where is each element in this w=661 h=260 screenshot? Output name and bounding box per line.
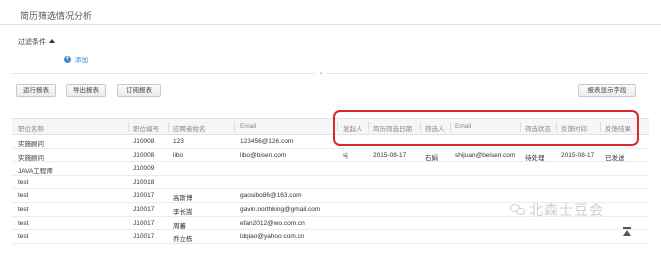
table-cell: libo <box>173 151 184 159</box>
table-cell: 2015-08-17 <box>561 151 595 159</box>
table-cell: 待处理 <box>525 154 545 162</box>
chat-bubbles-icon <box>510 203 526 217</box>
highlight-box <box>333 110 639 146</box>
run-report-button[interactable]: 运行报表 <box>16 84 56 97</box>
column-divider <box>128 122 129 132</box>
title-divider <box>0 24 661 25</box>
table-cell: J10017 <box>133 192 155 200</box>
table-cell: 123456@126.com <box>240 138 294 145</box>
table-cell: test <box>18 205 29 213</box>
table-cell: gavin.northking@gmail.com <box>240 205 321 213</box>
table-row[interactable]: JAVA工程师 J10009 <box>12 162 649 176</box>
table-cell: 实施顾问 <box>18 141 44 148</box>
column-header[interactable]: 职位名称 <box>18 123 44 133</box>
filter-toggle[interactable]: 过滤条件 <box>18 37 55 47</box>
table-cell: test <box>18 178 29 186</box>
table-cell: shijuan@beisen.com <box>455 151 516 159</box>
table-cell: ldqiao@yahoo.com.cn <box>240 233 305 241</box>
table-cell: gaosibo86@163.com <box>240 192 302 200</box>
table-cell: 实施顾问 <box>18 154 44 162</box>
column-header[interactable]: 职位编号 <box>133 123 159 133</box>
filter-label: 过滤条件 <box>18 39 46 46</box>
table-cell: J10017 <box>133 205 155 213</box>
table-cell: 李长嵩 <box>173 208 193 216</box>
table-cell: 石娟 <box>425 154 438 162</box>
table-cell: J10017 <box>133 233 155 241</box>
table-cell: efan2012@wo.com.cn <box>240 219 305 227</box>
plus-circle-icon: + <box>64 55 71 63</box>
table-cell: 2015-08-17 <box>373 151 407 159</box>
scroll-to-top-icon[interactable] <box>623 227 631 237</box>
table-cell: J10009 <box>133 165 155 173</box>
table-cell: 123 <box>173 138 184 145</box>
table-cell: test <box>18 219 29 227</box>
table-row[interactable]: test J10018 <box>12 176 649 190</box>
table-cell: 高斯博 <box>173 195 193 203</box>
table-row[interactable]: test J10017 乔立栋 ldqiao@yahoo.com.cn <box>12 230 649 244</box>
export-report-button[interactable]: 导出报表 <box>66 84 106 97</box>
column-divider <box>168 122 169 132</box>
add-filter-button[interactable]: + 添加 <box>64 54 88 64</box>
table-cell: JAVA工程师 <box>18 168 53 176</box>
table-cell: J10008 <box>133 138 155 145</box>
table-body: 实施顾问 J10008 123 123456@126.com 实施顾问 J10008 lib… <box>12 135 649 244</box>
column-divider <box>234 122 235 132</box>
table-cell: 已发送 <box>605 154 625 162</box>
report-page: 简历筛选情况分析 过滤条件 + 添加 ▴ 运行报表 导出报表 订阅报表 报表显示… <box>0 0 661 260</box>
table-cell: test <box>18 192 29 200</box>
table-cell: libo@bisen.com <box>240 151 287 159</box>
column-header[interactable]: Email <box>240 123 256 130</box>
table-row[interactable]: 实施顾问 J10008 libo libo@bisen.com sj 2015-08-17… <box>12 149 649 163</box>
column-header[interactable]: 应聘者姓名 <box>173 123 206 133</box>
caret-up-icon <box>49 39 55 43</box>
table-cell: 乔立栋 <box>173 236 193 244</box>
collapse-handle[interactable]: ▴ <box>315 71 327 76</box>
page-title: 简历筛选情况分析 <box>20 11 93 21</box>
table-cell: J10017 <box>133 219 155 227</box>
table-cell: sj <box>343 151 348 159</box>
table-cell: J10008 <box>133 151 155 159</box>
subscribe-report-button[interactable]: 订阅报表 <box>117 84 161 97</box>
watermark: 北森士豆会 <box>510 200 604 220</box>
table-cell: J10018 <box>133 178 155 186</box>
table-cell: 周蕃 <box>173 222 186 230</box>
watermark-text: 北森士豆会 <box>529 202 604 218</box>
section-divider <box>12 73 649 74</box>
display-fields-button[interactable]: 报表显示字段 <box>578 84 636 97</box>
table-cell: test <box>18 233 29 241</box>
add-filter-label: 添加 <box>75 57 88 64</box>
